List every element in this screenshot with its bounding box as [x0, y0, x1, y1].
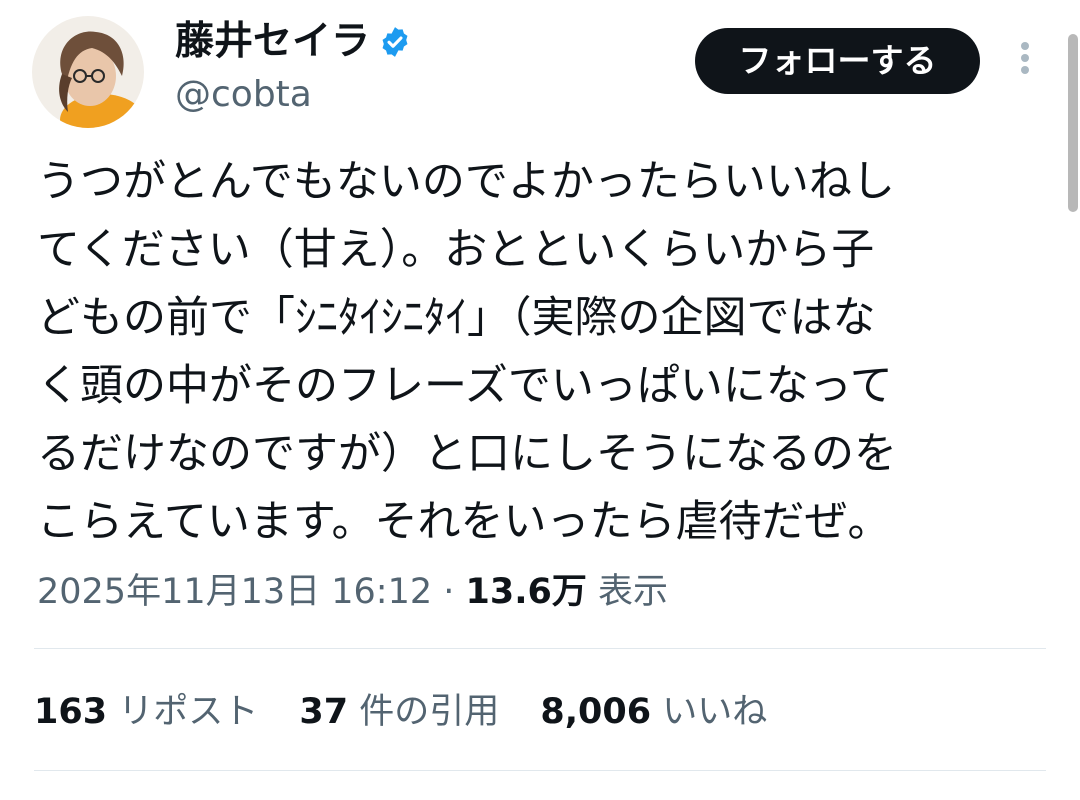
follow-button[interactable]: フォローする	[695, 28, 980, 94]
avatar-image	[32, 16, 144, 128]
tweet-text: うつがとんでもないのでよかったらいいねし てください（甘え）。おとといくらいから…	[37, 148, 1037, 556]
user-handle[interactable]: @cobta	[175, 72, 312, 118]
meta-separator: ·	[432, 572, 466, 612]
views-count: 13.6万	[465, 572, 587, 612]
timestamp[interactable]: 2025年11月13日 16:12	[37, 572, 432, 612]
tweet-text-line: うつがとんでもないのでよかったらいいねし	[37, 157, 895, 207]
engagement-stats: 163 リポスト 37 件の引用 8,006 いいね	[34, 686, 797, 738]
tweet-text-line: く頭の中がそのフレーズでいっぱいになって	[37, 361, 893, 411]
reposts-label: リポスト	[118, 692, 259, 732]
display-name-text[interactable]: 藤井セイラ	[175, 18, 370, 66]
tweet-text-line: るだけなのですが）と口にしそうになるのを	[37, 429, 897, 479]
quotes-label: 件の引用	[359, 692, 500, 732]
divider	[34, 770, 1046, 771]
avatar[interactable]	[32, 16, 144, 128]
likes-label: いいね	[662, 692, 768, 732]
quotes-stat[interactable]: 37 件の引用	[299, 692, 499, 732]
reposts-stat[interactable]: 163 リポスト	[34, 692, 258, 732]
verified-badge-icon[interactable]	[378, 25, 412, 59]
more-vertical-icon[interactable]	[1014, 42, 1036, 82]
divider	[34, 648, 1046, 649]
tweet-text-line: こらえています。それをいったら虐待だぜ。	[37, 497, 891, 547]
likes-count: 8,006	[540, 692, 652, 732]
display-name[interactable]: 藤井セイラ	[175, 18, 412, 66]
views-label: 表示	[598, 572, 669, 612]
tweet-meta: 2025年11月13日 16:12 · 13.6万 表示	[37, 566, 668, 618]
scrollbar[interactable]	[1068, 34, 1078, 212]
likes-stat[interactable]: 8,006 いいね	[540, 692, 767, 732]
reposts-count: 163	[34, 692, 108, 732]
quotes-count: 37	[299, 692, 349, 732]
tweet-text-line: どもの前で「ｼﾆﾀｲｼﾆﾀｲ」（実際の企図ではな	[37, 293, 876, 343]
tweet-text-line: てください（甘え）。おとといくらいから子	[37, 225, 875, 275]
